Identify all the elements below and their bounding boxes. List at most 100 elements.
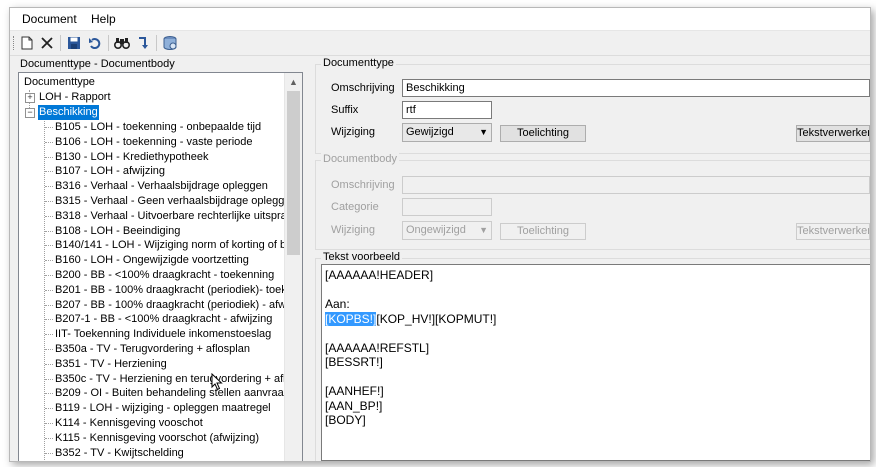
tree-child-label: B209 - OI - Buiten behandeling stellen a… <box>55 387 303 400</box>
tree-child-item[interactable]: B316 - Verhaal - Verhaalsbijdrage oplegg… <box>19 179 284 194</box>
tree-child-item[interactable]: B350c - TV - Herziening en terugvorderin… <box>19 372 302 387</box>
tree-node-loh-rapport[interactable]: + LOH - Rapport <box>19 90 279 105</box>
toolbar-grip[interactable] <box>13 36 16 50</box>
tree-child-item[interactable]: K115 - Kennisgeving voorschot (afwijzing… <box>19 431 284 446</box>
tree-connector <box>45 378 53 380</box>
tree-child-label: B140/141 - LOH - Wijziging norm of korti… <box>55 239 293 252</box>
goto-icon[interactable] <box>135 34 153 52</box>
expand-icon[interactable]: + <box>25 93 35 103</box>
tree-child-item[interactable]: B140/141 - LOH - Wijziging norm of korti… <box>19 238 292 253</box>
tree-child-item[interactable]: B352 - TV - Kwijtschelding <box>19 446 284 461</box>
application-window: Document Help Documenttype - Documentbod… <box>9 7 871 462</box>
save-icon[interactable] <box>65 34 83 52</box>
tree-connector <box>45 275 53 276</box>
menu-document[interactable]: Document <box>22 12 77 26</box>
tree-child-item[interactable]: B160 - LOH - Ongewijzigde voortzetting <box>19 253 284 268</box>
tree-child-item[interactable]: B105 - LOH - toekenning - onbepaalde tij… <box>19 120 284 135</box>
preview-line: Aan: <box>325 297 350 311</box>
tree-child-item[interactable]: B351 - TV - Herziening <box>19 357 284 372</box>
tree-child-item[interactable]: B350a - TV - Terugvordering + aflosplan <box>19 342 284 357</box>
wijziging-label: Wijziging <box>331 126 376 138</box>
find-icon[interactable] <box>113 34 131 52</box>
tree-node-beschikking[interactable]: − Beschikking <box>19 105 279 120</box>
tree-child-label: B207 - BB - 100% draagkracht (periodiek)… <box>55 298 303 311</box>
tree-child-item[interactable]: B209 - OI - Buiten behandeling stellen a… <box>19 386 302 401</box>
tree-connector <box>45 171 53 173</box>
scroll-up-icon[interactable]: ▲ <box>285 73 302 90</box>
suffix-label: Suffix <box>331 104 359 116</box>
undo-icon[interactable] <box>86 34 104 52</box>
tree-child-item[interactable]: B201 - BB - 100% draagkracht (periodiek)… <box>19 283 302 298</box>
tree-child-item[interactable]: B106 - LOH - toekenning - vaste periode <box>19 135 284 150</box>
body-omschrijving-field <box>402 176 870 194</box>
tree-root-label: Documenttype <box>24 76 95 88</box>
documentbody-group-title: Documentbody <box>321 153 399 165</box>
body-wijziging-select: Ongewijzigd ▼ <box>402 221 492 240</box>
tree-child-item[interactable]: B107 - LOH - afwijzing <box>19 164 284 179</box>
body-tekstverwerker-button: Tekstverwerker <box>796 223 870 240</box>
toolbar-separator <box>108 35 109 51</box>
menu-help[interactable]: Help <box>91 12 116 26</box>
preview-title: Tekst voorbeeld <box>321 251 403 263</box>
tree-connector <box>45 334 53 336</box>
tree-child-label: B316 - Verhaal - Verhaalsbijdrage oplegg… <box>55 180 268 193</box>
toelichting-button[interactable]: Toelichting <box>500 125 586 142</box>
tree-connector <box>45 260 53 262</box>
body-toelichting-button: Toelichting <box>500 223 586 240</box>
tree-child-label: B119 - LOH - wijziging - opleggen maatre… <box>55 402 271 415</box>
tree-child-item[interactable]: B318 - Verhaal - Uitvoerbare rechterlijk… <box>19 209 298 224</box>
suffix-field[interactable]: rtf <box>402 101 492 119</box>
tekstverwerker-button[interactable]: Tekstverwerker <box>796 125 870 142</box>
tree-child-item[interactable]: B207 - BB - 100% draagkracht (periodiek)… <box>19 298 302 313</box>
tree-child-label: B352 - TV - Kwijtschelding <box>55 446 184 459</box>
database-icon[interactable] <box>161 34 179 52</box>
tree-child-label: B315 - Verhaal - Geen verhaalsbijdrage o… <box>55 195 297 207</box>
tree-child-label: B350c - TV - Herziening en terugvorderin… <box>55 372 303 385</box>
documenttype-group-title: Documenttype <box>321 57 396 69</box>
tree-child-item[interactable]: B207-1 - BB - <100% draagkracht - afwijz… <box>19 312 284 327</box>
tree-connector <box>45 349 53 350</box>
tree-child-item[interactable]: B200 - BB - <100% draagkracht - toekenni… <box>19 268 284 283</box>
tree-connector <box>45 201 53 202</box>
preview-text-area[interactable]: [AAAAAA!HEADER] Aan: [KOPBS!][KOP_HV!][K… <box>321 264 870 461</box>
preview-line: [AAAAAA!HEADER] <box>325 268 434 282</box>
document-tree[interactable]: Documenttype + LOH - Rapport − Beschikki… <box>18 72 303 461</box>
wijziging-select[interactable]: Gewijzigd ▼ <box>402 123 492 142</box>
tree-child-item[interactable]: B119 - LOH - wijziging - opleggen maatre… <box>19 401 284 416</box>
preview-line: [BESSRT!] <box>325 355 383 369</box>
tree-child-item[interactable]: B108 - LOH - Beeindiging <box>19 224 284 239</box>
tree-child-item[interactable]: IIT- Toekenning Individuele inkomenstoes… <box>19 327 284 342</box>
tree-child-label: B201 - BB - 100% draagkracht (periodiek)… <box>55 283 303 296</box>
tree-node-label: Beschikking <box>38 105 99 120</box>
tree-connector <box>45 304 53 306</box>
omschrijving-field[interactable]: Beschikking <box>402 79 870 97</box>
tree-connector <box>45 363 53 365</box>
tree-child-label: B108 - LOH - Beeindiging <box>55 224 181 237</box>
delete-icon[interactable] <box>38 34 56 52</box>
tree-panel-title: Documenttype - Documentbody <box>20 58 175 70</box>
preview-line: [AAN_BP!] <box>325 398 383 413</box>
preview-line: [KOPBS!][KOP_HV!][KOPMUT!] <box>325 311 867 327</box>
chevron-down-icon: ▼ <box>479 127 488 137</box>
tree-scrollbar[interactable]: ▲ <box>284 73 302 461</box>
tree-connector <box>45 437 53 439</box>
scroll-thumb[interactable] <box>287 91 300 255</box>
omschrijving-label: Omschrijving <box>331 82 395 94</box>
body-wijziging-select-value: Ongewijzigd <box>406 224 466 236</box>
tree-connector <box>45 319 53 321</box>
new-icon[interactable] <box>18 34 36 52</box>
wijziging-select-value: Gewijzigd <box>406 126 454 138</box>
tree-connector <box>45 215 53 217</box>
preview-line: [BODY] <box>325 413 366 427</box>
tree-node-label: LOH - Rapport <box>39 91 111 103</box>
tree-child-item[interactable]: K114 - Kennisgeving vooschot <box>19 416 284 431</box>
tree-child-label: B200 - BB - <100% draagkracht - toekenni… <box>55 269 275 281</box>
toolbar <box>10 31 870 56</box>
documenttype-group <box>315 64 870 154</box>
tree-child-item[interactable]: B130 - LOH - Krediethypotheek <box>19 150 284 165</box>
tree-connector <box>45 423 53 424</box>
preview-line: [AANHEF!] <box>325 384 384 398</box>
tree-child-item[interactable]: B315 - Verhaal - Geen verhaalsbijdrage o… <box>19 194 297 209</box>
toolbar-separator <box>60 35 61 51</box>
collapse-icon[interactable]: − <box>25 108 35 118</box>
